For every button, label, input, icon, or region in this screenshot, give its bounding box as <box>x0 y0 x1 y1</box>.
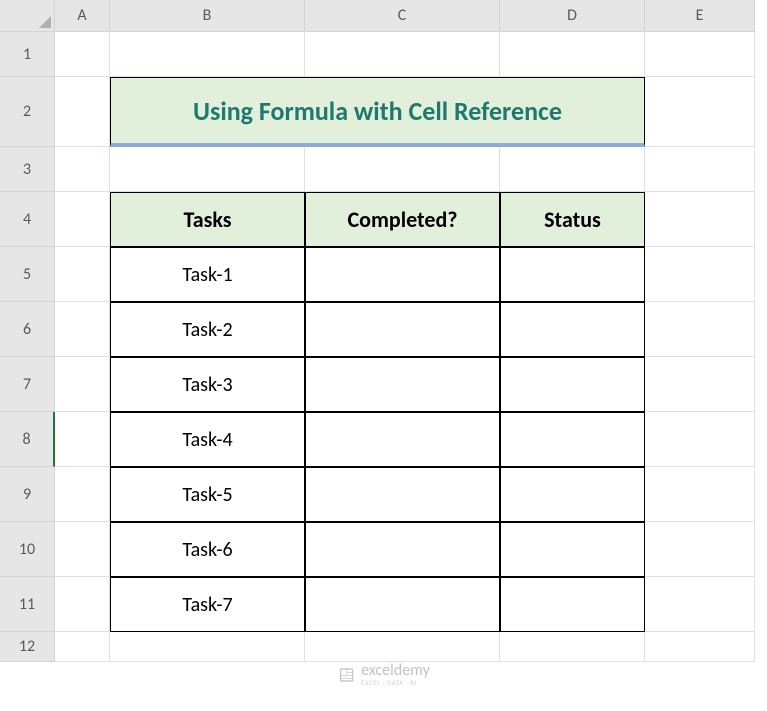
cell-A5[interactable] <box>55 247 110 302</box>
cell-A7[interactable] <box>55 357 110 412</box>
cell-A8[interactable] <box>55 412 110 467</box>
row-header-3[interactable]: 3 <box>0 147 55 192</box>
row-header-2[interactable]: 2 <box>0 77 55 147</box>
row-header-4[interactable]: 4 <box>0 192 55 247</box>
table-header-completed[interactable]: Completed? <box>305 192 500 247</box>
cell-E1[interactable] <box>645 32 755 77</box>
select-all-corner[interactable] <box>0 0 55 32</box>
cell-task-4[interactable]: Task-4 <box>110 412 305 467</box>
cell-E10[interactable] <box>645 522 755 577</box>
excel-icon <box>337 666 355 684</box>
column-header-D[interactable]: D <box>500 0 645 32</box>
cell-task-3[interactable]: Task-3 <box>110 357 305 412</box>
row-header-7[interactable]: 7 <box>0 357 55 412</box>
row-header-5[interactable]: 5 <box>0 247 55 302</box>
cell-D12[interactable] <box>500 632 645 662</box>
cell-C1[interactable] <box>305 32 500 77</box>
cell-E5[interactable] <box>645 247 755 302</box>
cell-completed-6[interactable] <box>305 522 500 577</box>
cell-status-6[interactable] <box>500 522 645 577</box>
cell-completed-5[interactable] <box>305 467 500 522</box>
cell-A1[interactable] <box>55 32 110 77</box>
cell-E6[interactable] <box>645 302 755 357</box>
cell-completed-1[interactable] <box>305 247 500 302</box>
column-header-B[interactable]: B <box>110 0 305 32</box>
cell-A4[interactable] <box>55 192 110 247</box>
cell-A3[interactable] <box>55 147 110 192</box>
row-header-12[interactable]: 12 <box>0 632 55 662</box>
column-header-E[interactable]: E <box>645 0 755 32</box>
cell-D1[interactable] <box>500 32 645 77</box>
cell-E12[interactable] <box>645 632 755 662</box>
row-header-11[interactable]: 11 <box>0 577 55 632</box>
watermark-subtext: EXCEL · DATA · BI <box>361 679 430 686</box>
row-header-9[interactable]: 9 <box>0 467 55 522</box>
column-header-A[interactable]: A <box>55 0 110 32</box>
cell-E4[interactable] <box>645 192 755 247</box>
cell-A9[interactable] <box>55 467 110 522</box>
cell-status-3[interactable] <box>500 357 645 412</box>
cell-E11[interactable] <box>645 577 755 632</box>
cell-status-5[interactable] <box>500 467 645 522</box>
cell-B1[interactable] <box>110 32 305 77</box>
spreadsheet-grid: A B C D E 1 2 Using Formula with Cell Re… <box>0 0 767 662</box>
watermark-text-stack: exceldemy EXCEL · DATA · BI <box>361 663 430 686</box>
cell-A6[interactable] <box>55 302 110 357</box>
cell-E8[interactable] <box>645 412 755 467</box>
cell-E7[interactable] <box>645 357 755 412</box>
row-header-10[interactable]: 10 <box>0 522 55 577</box>
cell-status-1[interactable] <box>500 247 645 302</box>
row-header-1[interactable]: 1 <box>0 32 55 77</box>
watermark: exceldemy EXCEL · DATA · BI <box>337 663 430 686</box>
cell-E9[interactable] <box>645 467 755 522</box>
cell-status-2[interactable] <box>500 302 645 357</box>
cell-task-6[interactable]: Task-6 <box>110 522 305 577</box>
cell-C12[interactable] <box>305 632 500 662</box>
column-header-C[interactable]: C <box>305 0 500 32</box>
cell-B3[interactable] <box>110 147 305 192</box>
cell-A10[interactable] <box>55 522 110 577</box>
cell-task-5[interactable]: Task-5 <box>110 467 305 522</box>
cell-A11[interactable] <box>55 577 110 632</box>
table-header-tasks[interactable]: Tasks <box>110 192 305 247</box>
cell-E2[interactable] <box>645 77 755 147</box>
cell-completed-4[interactable] <box>305 412 500 467</box>
cell-completed-7[interactable] <box>305 577 500 632</box>
cell-B12[interactable] <box>110 632 305 662</box>
cell-C3[interactable] <box>305 147 500 192</box>
title-cell[interactable]: Using Formula with Cell Reference <box>110 77 645 147</box>
cell-E3[interactable] <box>645 147 755 192</box>
cell-completed-3[interactable] <box>305 357 500 412</box>
select-all-icon <box>39 16 51 28</box>
watermark-text: exceldemy <box>361 663 430 679</box>
cell-task-7[interactable]: Task-7 <box>110 577 305 632</box>
cell-A2[interactable] <box>55 77 110 147</box>
cell-A12[interactable] <box>55 632 110 662</box>
cell-D3[interactable] <box>500 147 645 192</box>
table-header-status[interactable]: Status <box>500 192 645 247</box>
cell-status-4[interactable] <box>500 412 645 467</box>
cell-task-1[interactable]: Task-1 <box>110 247 305 302</box>
cell-completed-2[interactable] <box>305 302 500 357</box>
row-header-6[interactable]: 6 <box>0 302 55 357</box>
cell-status-7[interactable] <box>500 577 645 632</box>
row-header-8[interactable]: 8 <box>0 412 55 467</box>
cell-task-2[interactable]: Task-2 <box>110 302 305 357</box>
